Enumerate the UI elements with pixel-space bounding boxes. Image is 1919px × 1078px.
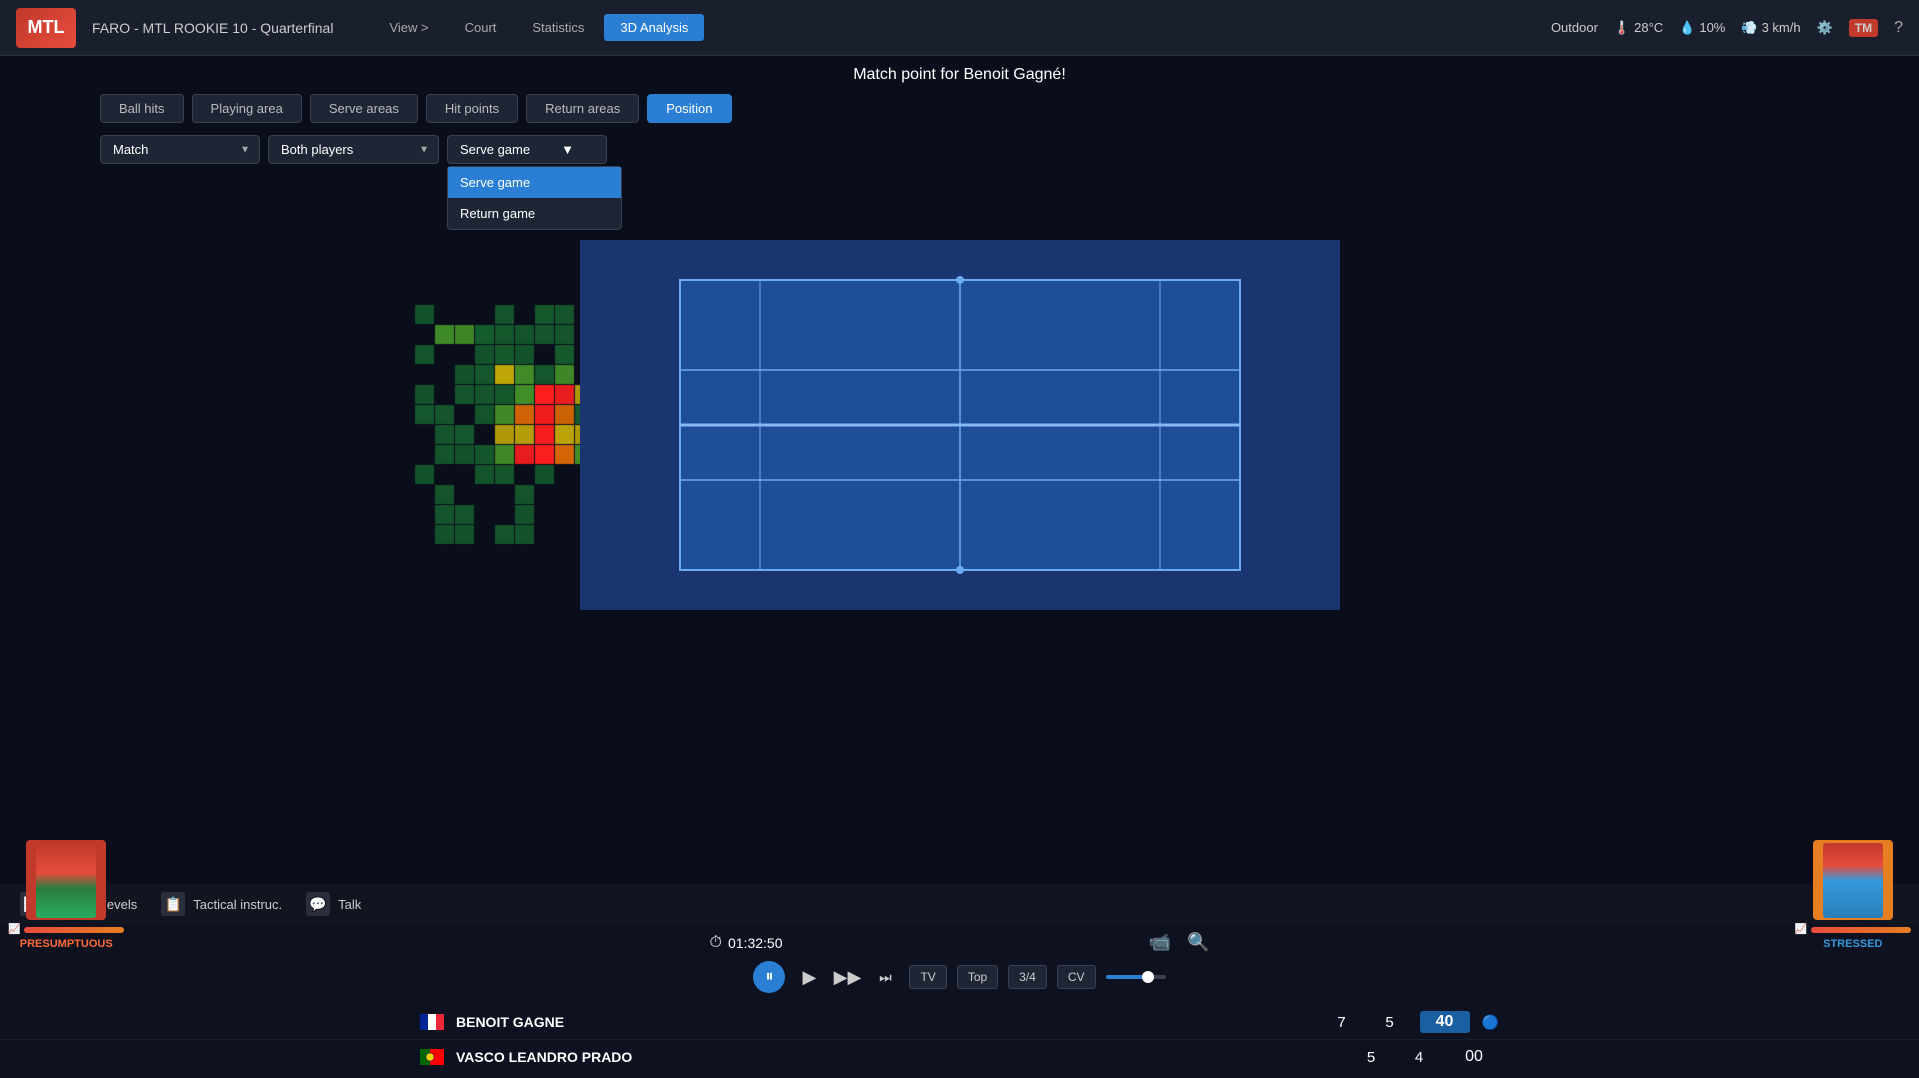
game-type-dropdown-wrapper: Serve game ▼ Serve game Return game (447, 135, 607, 164)
player1-stat-row: 📈 (8, 924, 124, 935)
filter-serve-areas[interactable]: Serve areas (310, 94, 418, 123)
settings-icon[interactable]: ⚙️ (1817, 20, 1833, 36)
court-container (580, 240, 1340, 610)
tactical-icon: 📋 (161, 892, 185, 916)
player1-avatar (26, 840, 106, 920)
view-top-button[interactable]: Top (957, 965, 998, 989)
logo: MTL (16, 8, 76, 48)
forward-button[interactable]: ▶▶ (833, 963, 861, 991)
nav-court[interactable]: Court (449, 14, 513, 41)
game-type-dropdown[interactable]: Serve game ▼ (447, 135, 607, 164)
tactical-label: Tactical instruc. (193, 897, 282, 912)
outdoor-label: Outdoor (1551, 20, 1598, 35)
weather-outdoor: Outdoor (1551, 20, 1598, 35)
nav-tabs: View > Court Statistics 3D Analysis (373, 14, 1551, 41)
tools-row: 📊 Intensity levels 📋 Tactical instruc. 💬… (0, 884, 1919, 924)
player1-panel: 📈 PRESUMPTUOUS (0, 832, 132, 958)
video-controls: ⏱ 01:32:50 📹 🔍 ⏸ ▶ ▶▶ ⏭ TV Top 3/4 CV (0, 924, 1919, 1001)
player2-set1: 5 (1353, 1049, 1389, 1066)
help-icon[interactable]: ? (1894, 19, 1903, 37)
playback-controls: ⏸ ▶ ▶▶ ⏭ TV Top 3/4 CV (753, 961, 1165, 993)
court-svg (580, 240, 1340, 610)
player1-bar (24, 927, 124, 933)
game-type-value: Serve game (460, 142, 530, 157)
player1-name: BENOIT GAGNE (456, 1014, 1312, 1030)
fast-forward-button[interactable]: ⏭ (871, 963, 899, 991)
play-button[interactable]: ▶ (795, 963, 823, 991)
view-cv-button[interactable]: CV (1057, 965, 1096, 989)
player1-set2: 5 (1372, 1014, 1408, 1031)
filter-buttons: Ball hits Playing area Serve areas Hit p… (100, 94, 1819, 123)
filter-return-areas[interactable]: Return areas (526, 94, 639, 123)
player1-label: PRESUMPTUOUS (20, 938, 113, 950)
temp-value: 28°C (1634, 20, 1663, 35)
pause-button[interactable]: ⏸ (753, 961, 785, 993)
player2-set2: 4 (1401, 1049, 1437, 1066)
player2-game: 00 (1449, 1046, 1499, 1068)
player2-label: STRESSED (1823, 938, 1882, 950)
match-dropdown-wrapper: Match Set 1 Set 2 ▼ (100, 135, 260, 164)
match-point-text: Match point for Benoit Gagné! (853, 66, 1066, 83)
player1-game: 40 (1420, 1011, 1470, 1033)
speed-slider[interactable] (1106, 975, 1166, 979)
filter-position[interactable]: Position (647, 94, 731, 123)
player1-flag (420, 1014, 444, 1030)
talk-icon: 💬 (306, 892, 330, 916)
score-table: 📈 PRESUMPTUOUS BENOIT GAGNE 7 5 40 🔵 (0, 1001, 1919, 1078)
tm-logo: TM (1849, 19, 1878, 37)
tool-talk[interactable]: 💬 Talk (306, 892, 361, 916)
game-type-option-return[interactable]: Return game (448, 198, 621, 229)
player2-flag (420, 1049, 444, 1065)
view-3-4-button[interactable]: 3/4 (1008, 965, 1047, 989)
controls-area: Ball hits Playing area Serve areas Hit p… (0, 94, 1919, 164)
talk-label: Talk (338, 897, 361, 912)
top-bar: MTL FARO - MTL ROOKIE 10 - Quarterfinal … (0, 0, 1919, 56)
slider-fill (1106, 975, 1146, 979)
humidity-value: 10% (1699, 20, 1725, 35)
game-type-menu: Serve game Return game (447, 166, 622, 230)
search-icon[interactable]: 🔍 (1187, 932, 1209, 953)
filter-ball-hits[interactable]: Ball hits (100, 94, 184, 123)
slider-thumb[interactable] (1142, 971, 1154, 983)
match-dropdown[interactable]: Match Set 1 Set 2 (100, 135, 260, 164)
time-value: 01:32:50 (728, 935, 783, 951)
player2-bar (1811, 927, 1911, 933)
player2-panel: 📈 STRESSED (1787, 832, 1919, 958)
dropdown-row: Match Set 1 Set 2 ▼ Both players Benoit … (100, 135, 1819, 164)
timer-icon: ⏱ (710, 934, 722, 952)
player2-stat-row: 📈 (1795, 924, 1911, 935)
player1-row: 📈 PRESUMPTUOUS BENOIT GAGNE 7 5 40 🔵 (0, 1005, 1919, 1040)
wind-value: 3 km/h (1762, 20, 1801, 35)
humidity-display: 💧 10% (1679, 20, 1725, 36)
filter-playing-area[interactable]: Playing area (192, 94, 302, 123)
nav-3d-analysis[interactable]: 3D Analysis (604, 14, 704, 41)
top-right-info: Outdoor 🌡️ 28°C 💧 10% 💨 3 km/h ⚙️ TM ? (1551, 19, 1903, 37)
slider-track (1106, 975, 1166, 979)
camera-icon[interactable]: 📹 (1149, 932, 1171, 953)
wind-display: 💨 3 km/h (1741, 20, 1800, 36)
player2-avatar (1813, 840, 1893, 920)
view-tv-button[interactable]: TV (909, 965, 946, 989)
nav-statistics[interactable]: Statistics (516, 14, 600, 41)
tool-tactical[interactable]: 📋 Tactical instruc. (161, 892, 282, 916)
timer-display: ⏱ 01:32:50 (710, 934, 783, 952)
bottom-section: 📊 Intensity levels 📋 Tactical instruc. 💬… (0, 884, 1919, 1078)
time-row: ⏱ 01:32:50 📹 🔍 (710, 932, 1210, 953)
player1-set1: 7 (1324, 1014, 1360, 1031)
players-dropdown-wrapper: Both players Benoit Gagné Vasco Leandro … (268, 135, 439, 164)
match-point-banner: Match point for Benoit Gagné! (0, 56, 1919, 94)
camera-search: 📹 🔍 (1149, 932, 1210, 953)
game-type-option-serve[interactable]: Serve game (448, 167, 621, 198)
player2-row: 📈 STRESSED VASCO LEANDRO PRADO 5 4 00 (0, 1040, 1919, 1074)
players-dropdown[interactable]: Both players Benoit Gagné Vasco Leandro … (268, 135, 439, 164)
court-area (170, 240, 1749, 610)
nav-view[interactable]: View > (373, 14, 444, 41)
player2-name: VASCO LEANDRO PRADO (456, 1049, 1341, 1065)
filter-hit-points[interactable]: Hit points (426, 94, 518, 123)
match-title: FARO - MTL ROOKIE 10 - Quarterfinal (92, 20, 333, 36)
temperature-display: 🌡️ 28°C (1614, 20, 1663, 36)
player1-extra-icon: 🔵 (1482, 1014, 1499, 1031)
game-type-arrow: ▼ (561, 142, 574, 157)
